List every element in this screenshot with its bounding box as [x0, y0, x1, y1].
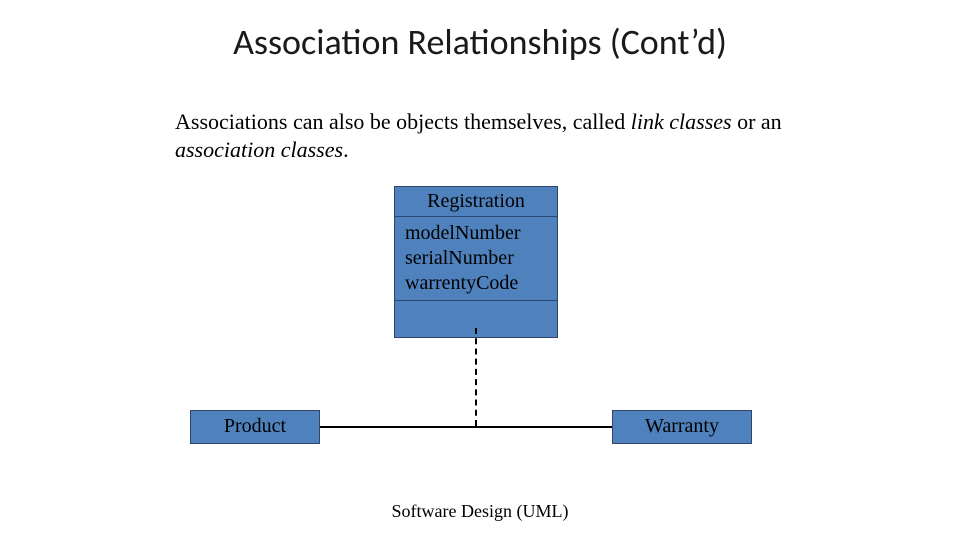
body-paragraph: Associations can also be objects themsel…: [175, 108, 795, 163]
uml-attribute: modelNumber: [405, 221, 547, 246]
uml-attribute: serialNumber: [405, 246, 547, 271]
uml-association-line: [320, 426, 612, 428]
body-text-post: .: [343, 137, 349, 162]
uml-association-class-registration: Registration modelNumber serialNumber wa…: [394, 186, 558, 338]
body-text-pre: Associations can also be objects themsel…: [175, 109, 631, 134]
body-text-italic-link-classes: link classes: [631, 109, 732, 134]
slide: Association Relationships (Cont’d) Assoc…: [0, 0, 960, 540]
uml-class-product: Product: [190, 410, 320, 444]
slide-title: Association Relationships (Cont’d): [0, 20, 960, 64]
body-text-italic-association-classes: association classes: [175, 137, 343, 162]
uml-dashed-connector: [475, 328, 477, 426]
uml-class-attributes: modelNumber serialNumber warrentyCode: [395, 216, 557, 300]
uml-attribute: warrentyCode: [405, 271, 547, 296]
body-text-mid: or an: [732, 109, 782, 134]
uml-class-warranty: Warranty: [612, 410, 752, 444]
slide-footer: Software Design (UML): [0, 501, 960, 522]
uml-class-name: Registration: [395, 187, 557, 216]
